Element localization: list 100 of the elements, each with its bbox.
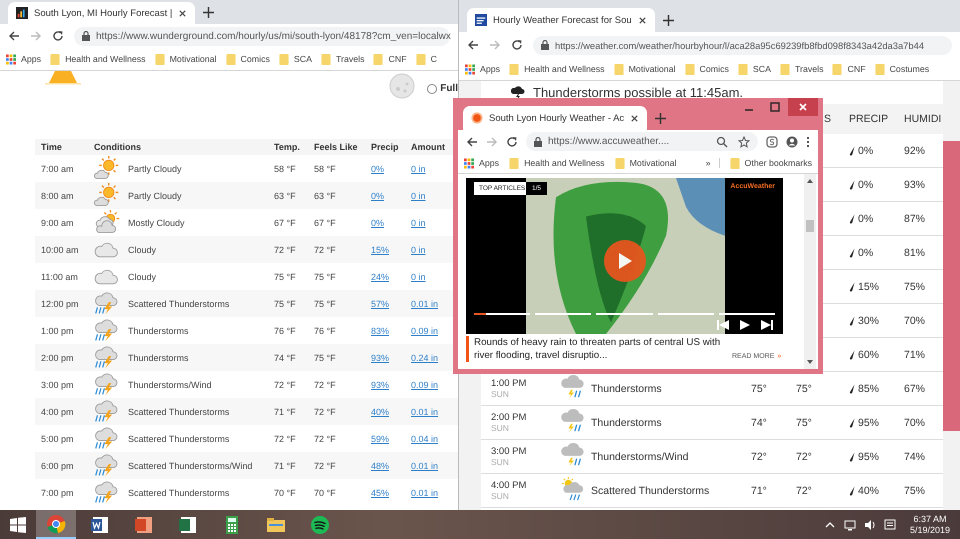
document-icon[interactable] <box>90 514 110 534</box>
precip-link[interactable]: 57% <box>371 298 390 308</box>
precip-link[interactable]: 93% <box>371 380 390 390</box>
speaker-icon[interactable] <box>864 518 876 530</box>
bookmark[interactable]: Motivational <box>614 64 676 74</box>
bookmark[interactable]: Costumes <box>874 64 930 74</box>
bookmark[interactable]: Apps <box>6 54 42 64</box>
back-icon[interactable] <box>8 30 20 42</box>
amount-link[interactable]: 0 in <box>411 272 426 282</box>
close-icon[interactable] <box>638 16 647 24</box>
amount-link[interactable]: 0.04 in <box>411 434 438 444</box>
star-icon[interactable] <box>738 136 750 148</box>
amount-link[interactable]: 0 in <box>411 190 426 200</box>
amount-link[interactable]: 0.09 in <box>411 380 438 390</box>
close-icon[interactable] <box>630 114 640 122</box>
clock[interactable]: 6:37 AM 5/19/2019 <box>910 514 950 536</box>
bookmark[interactable]: Travels <box>780 64 824 74</box>
bookmark[interactable]: SCA <box>738 64 771 74</box>
bookmark[interactable]: Health and Wellness <box>50 54 146 64</box>
humidity-cell-text: 87% <box>903 212 926 224</box>
bookmark[interactable]: Travels <box>320 54 364 64</box>
notification-icon[interactable] <box>884 518 896 530</box>
precip-link[interactable]: 0% <box>371 164 384 174</box>
amount-link[interactable]: 0.01 in <box>411 488 438 498</box>
article-headline[interactable]: Rounds of heavy rain to threaten parts of central US with river flooding, travel disruptio... <box>466 336 724 362</box>
menu-icon[interactable] <box>806 136 810 148</box>
more-bookmarks-button[interactable]: » <box>706 158 720 168</box>
profile-icon[interactable] <box>786 136 798 148</box>
next-icon[interactable] <box>761 319 773 331</box>
new-tab-icon[interactable] <box>203 7 214 18</box>
address-bar[interactable]: https://weather.com/weather/hourbyhour/l/aca28a95c69239fb8fbd098f8343a42da3a7b44 <box>533 36 952 54</box>
precip-link[interactable]: 83% <box>371 326 390 336</box>
bookmark[interactable]: Motivational <box>614 158 677 168</box>
moon-phase-option[interactable]: Full <box>427 83 458 94</box>
spreadsheet-icon[interactable] <box>178 514 198 534</box>
bookmark[interactable]: CNF <box>832 64 866 74</box>
amount-link[interactable]: 0.01 in <box>411 298 438 308</box>
network-icon[interactable] <box>844 518 856 530</box>
sun-cloud-rain-icon <box>561 477 585 501</box>
new-tab-icon[interactable] <box>662 15 674 26</box>
bookmark[interactable]: SCA <box>278 54 312 64</box>
bookmark[interactable]: Motivational <box>154 54 217 64</box>
music-logo-icon[interactable] <box>310 514 330 534</box>
browser-tab[interactable]: South Lyon, MI Hourly Forecast | <box>8 2 196 24</box>
scroll-thumb[interactable] <box>806 220 814 232</box>
bookmark[interactable]: Other bookmarks <box>730 158 812 168</box>
amount-link[interactable]: 0 in <box>411 218 426 228</box>
precip-link[interactable]: 93% <box>371 352 390 362</box>
folder-icon <box>154 54 165 64</box>
back-icon[interactable] <box>467 39 479 51</box>
precip-link[interactable]: 48% <box>371 460 390 470</box>
amount-link[interactable]: 0.01 in <box>411 406 438 416</box>
browser-tab[interactable]: South Lyon Hourly Weather - Ac <box>463 106 648 130</box>
search-icon[interactable] <box>716 136 728 148</box>
close-button[interactable] <box>788 98 818 116</box>
previous-icon[interactable] <box>717 319 729 331</box>
amount-link[interactable]: 0 in <box>411 164 426 174</box>
slides-icon[interactable] <box>134 514 154 534</box>
bookmark[interactable]: C <box>416 54 437 64</box>
amount-link[interactable]: 0.09 in <box>411 326 438 336</box>
close-icon[interactable] <box>178 8 188 18</box>
thunderstorm-icon <box>94 372 120 396</box>
reload-icon[interactable] <box>511 39 523 51</box>
time-cell-text: 6:00 pm <box>40 460 75 470</box>
column-header: Feels Like <box>313 142 359 152</box>
bookmark[interactable]: Health and Wellness <box>509 64 605 74</box>
browser-tab[interactable]: Hourly Weather Forecast for Sou <box>467 8 655 32</box>
windows-logo-icon[interactable] <box>10 516 26 532</box>
amount-link[interactable]: 0 in <box>411 244 426 254</box>
bookmark[interactable]: Apps <box>465 64 500 74</box>
bookmark[interactable]: Comics <box>684 64 729 74</box>
address-bar[interactable]: https://www.wunderground.com/hourly/us/mi/south-lyon/48178?cm_ven=localwx <box>74 26 450 46</box>
precip-link[interactable]: 59% <box>371 434 390 444</box>
time-cell-text: 11:00 am <box>40 272 79 282</box>
precip-link[interactable]: 45% <box>371 488 390 498</box>
round-logo-icon[interactable] <box>46 514 66 534</box>
precip-link[interactable]: 40% <box>371 406 390 416</box>
reload-icon[interactable] <box>52 30 64 42</box>
amount-link[interactable]: 0.24 in <box>411 352 438 362</box>
bookmark[interactable]: Apps <box>464 158 500 168</box>
bookmark[interactable]: CNF <box>373 54 407 64</box>
conditions-cell-text: Mostly Cloudy <box>127 218 186 228</box>
play-icon[interactable] <box>739 319 751 331</box>
extension-icon[interactable] <box>766 136 778 148</box>
back-icon[interactable] <box>466 136 478 148</box>
reload-icon[interactable] <box>506 136 518 148</box>
scrollbar[interactable] <box>804 174 816 369</box>
precip-link[interactable]: 0% <box>371 218 384 228</box>
maximize-icon[interactable] <box>770 102 780 112</box>
bookmark[interactable]: Health and Wellness <box>509 158 605 168</box>
address-bar[interactable]: https://www.accuweather.... <box>526 132 758 151</box>
precip-link[interactable]: 0% <box>371 190 384 200</box>
thunderstorm-icon <box>561 375 585 399</box>
amount-link[interactable]: 0.01 in <box>411 460 438 470</box>
precip-link[interactable]: 24% <box>371 272 390 282</box>
scroll-down-icon[interactable] <box>806 358 814 366</box>
bookmark[interactable]: Comics <box>226 54 270 64</box>
precip-link[interactable]: 15% <box>371 244 390 254</box>
new-tab-icon[interactable] <box>655 113 666 124</box>
scroll-up-icon[interactable] <box>806 177 814 185</box>
